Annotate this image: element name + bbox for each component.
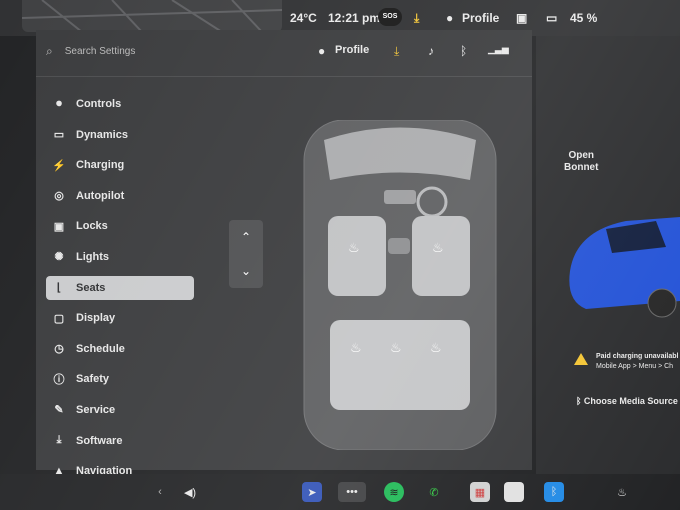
car-icon: ▭	[53, 129, 65, 142]
warning-icon	[574, 353, 588, 365]
search-bar[interactable]: ⌕ Search Settings	[46, 40, 246, 62]
search-input[interactable]: Search Settings	[65, 46, 136, 57]
battery-icon: ▭	[546, 11, 558, 25]
car-seat-diagram: ♨ ♨ ♨ ♨ ♨	[303, 120, 497, 450]
seat-heater-icon: ♨	[430, 341, 442, 356]
lock-icon[interactable]: ▣	[516, 11, 527, 25]
nav-item-software[interactable]: ⤓ Software	[46, 429, 194, 453]
download-icon: ⤓	[56, 434, 62, 447]
volume-icon[interactable]: ◀)	[180, 482, 200, 502]
nav-item-seats[interactable]: ⌊ Seats	[46, 275, 194, 300]
nav-item-dynamics[interactable]: ▭ Dynamics	[46, 123, 194, 147]
bluetooth-icon[interactable]: ᛒ	[544, 482, 564, 502]
nav-label: Locks	[76, 220, 108, 233]
nav-item-safety[interactable]: ⓘ Safety	[46, 367, 194, 391]
display-icon: ▢	[53, 312, 65, 325]
nav-label: Service	[76, 403, 116, 416]
media-source-label: Choose Media Source	[583, 396, 678, 406]
nav-label: Safety	[76, 373, 110, 386]
sos-button[interactable]: SOS	[378, 8, 402, 26]
nav-item-charging[interactable]: ⚡ Charging	[46, 153, 194, 177]
profile-icon[interactable]: ●	[446, 11, 453, 25]
settings-nav: ⏺ Controls ▭ Dynamics ⚡ Charging ◎ Autopilot…	[46, 92, 194, 490]
nav-item-locks[interactable]: ▣ Locks	[46, 214, 194, 238]
info-icon: ⓘ	[53, 374, 65, 387]
seat-heater-icon: ♨	[350, 341, 362, 356]
more-icon[interactable]: •••	[338, 482, 366, 502]
calendar-icon[interactable]: ▦	[470, 482, 490, 502]
chevron-down-icon[interactable]: ⌄	[229, 254, 263, 288]
battery-percentage: 45 %	[570, 11, 598, 25]
seat-heater-icon: ♨	[390, 341, 402, 356]
alert-title: Paid charging unavailabl	[596, 353, 679, 360]
nav-item-controls[interactable]: ⏺ Controls	[46, 92, 194, 116]
seat-icon: ⌊	[56, 282, 62, 295]
status-profile-label[interactable]: Profile	[462, 11, 499, 25]
search-icon: ⌕	[46, 43, 53, 58]
profile-button[interactable]: Profile	[335, 44, 369, 56]
open-bonnet-line-1: Open	[568, 150, 594, 161]
spotify-icon[interactable]: ≋	[384, 482, 404, 502]
lock-icon: ▣	[53, 220, 65, 233]
nav-label: Charging	[76, 159, 125, 172]
charging-alert[interactable]: Paid charging unavailabl Mobile App > Me…	[596, 352, 678, 372]
nav-label: Autopilot	[76, 189, 125, 202]
nav-label: Lights	[76, 250, 109, 263]
temperature-readout: 24°C	[290, 11, 317, 25]
divider	[36, 76, 532, 77]
toggle-icon: ⏺	[56, 97, 62, 110]
seat-heater-icon[interactable]: ♨	[612, 482, 632, 502]
nav-label: Schedule	[76, 342, 125, 355]
center-console	[388, 238, 410, 254]
rear-seat-bench[interactable]: ♨ ♨ ♨	[330, 320, 470, 410]
clock-icon: ◷	[54, 343, 64, 356]
open-bonnet-line-2: Bonnet	[564, 162, 599, 173]
toybox-icon[interactable]	[504, 482, 524, 502]
nav-item-lights[interactable]: ✺ Lights	[46, 245, 194, 269]
profile-icon[interactable]: ●	[318, 44, 325, 58]
nav-label: Controls	[76, 98, 122, 110]
map-preview[interactable]	[22, 0, 282, 32]
nav-label: Seats	[76, 281, 106, 294]
right-panel: Open Bonnet Paid charging unavailabl Mob…	[536, 36, 680, 474]
download-icon[interactable]: ⤓	[394, 44, 399, 59]
download-icon[interactable]: ⤓	[414, 11, 419, 26]
steering-wheel-icon: ◎	[54, 190, 64, 203]
lte-signal-icon: ▁▃▅	[488, 44, 509, 54]
open-bonnet-button[interactable]: Open Bonnet	[564, 150, 598, 174]
nav-item-autopilot[interactable]: ◎ Autopilot	[46, 184, 194, 208]
nav-item-display[interactable]: ▢ Display	[46, 306, 194, 330]
car-image[interactable]	[566, 191, 680, 321]
sun-icon: ✺	[54, 251, 64, 264]
bell-icon[interactable]: ♪	[428, 44, 434, 58]
nav-item-schedule[interactable]: ◷ Schedule	[46, 337, 194, 361]
alert-body: Mobile App > Menu > Ch	[596, 363, 674, 370]
dock: ‹ ◀) ➤ ••• ≋ ✆ ▦ ᛒ ♨	[0, 474, 680, 510]
seat-position-stepper: ⌃ ⌄	[229, 220, 263, 288]
seat-heater-icon: ♨	[348, 241, 360, 256]
nav-label: Display	[76, 312, 116, 325]
phone-icon[interactable]: ✆	[424, 482, 444, 502]
chevron-left-icon[interactable]: ‹	[150, 482, 170, 502]
clock: 12:21 pm	[328, 11, 381, 25]
bluetooth-icon: ᛒ	[576, 396, 584, 406]
chevron-up-icon[interactable]: ⌃	[229, 220, 263, 254]
navigation-icon[interactable]: ➤	[302, 482, 322, 502]
lightning-icon: ⚡	[52, 159, 66, 172]
front-right-seat[interactable]: ♨	[412, 216, 470, 296]
wrench-icon: ✎	[54, 404, 64, 417]
choose-media-source[interactable]: ᛒ Choose Media Source	[576, 396, 678, 406]
settings-panel: ⌕ Search Settings ● Profile ⤓ ♪ ᛒ ▁▃▅ ⏺ C…	[36, 30, 532, 477]
nav-label: Software	[76, 434, 123, 447]
nav-label: Dynamics	[76, 128, 128, 141]
bluetooth-icon[interactable]: ᛒ	[460, 44, 467, 58]
windshield	[324, 127, 476, 180]
nav-item-service[interactable]: ✎ Service	[46, 398, 194, 422]
front-left-seat[interactable]: ♨	[328, 216, 386, 296]
seat-heater-icon: ♨	[432, 241, 444, 256]
